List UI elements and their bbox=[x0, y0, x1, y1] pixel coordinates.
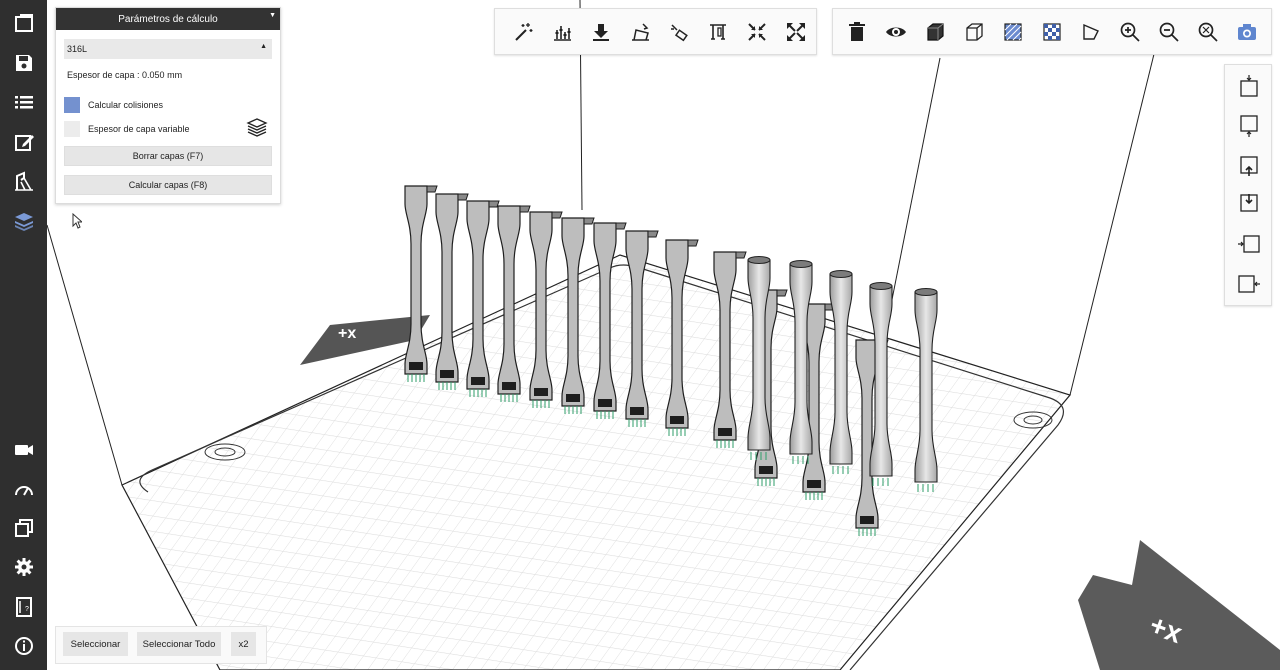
view-toolbar bbox=[832, 8, 1272, 55]
list-icon[interactable] bbox=[6, 86, 42, 118]
manual-icon[interactable]: ? bbox=[6, 591, 42, 623]
expand-icon[interactable] bbox=[776, 12, 815, 52]
shrink-icon[interactable] bbox=[737, 12, 776, 52]
drop-to-plate-icon[interactable] bbox=[581, 12, 620, 52]
support-gen-icon[interactable] bbox=[698, 12, 737, 52]
checker-icon[interactable] bbox=[1032, 12, 1071, 52]
svg-text:?: ? bbox=[25, 606, 29, 613]
camera-views-toolbar bbox=[1224, 64, 1272, 306]
check-collisions-checkbox[interactable] bbox=[64, 97, 80, 113]
magic-wand-icon[interactable] bbox=[503, 12, 542, 52]
info-icon[interactable] bbox=[6, 630, 42, 662]
solid-cube-icon[interactable] bbox=[915, 12, 954, 52]
layer-thickness-label: Espesor de capa : 0.050 mm bbox=[67, 70, 183, 80]
panel-header: Parámetros de cálculo ▼ bbox=[56, 8, 280, 30]
copy-icon[interactable] bbox=[6, 512, 42, 544]
left-sidebar: ? bbox=[0, 0, 47, 670]
check-collisions-label: Calcular colisiones bbox=[88, 100, 164, 110]
eye-icon[interactable] bbox=[876, 12, 915, 52]
orientation-icon[interactable] bbox=[620, 12, 659, 52]
screenshot-icon[interactable] bbox=[1227, 12, 1266, 52]
camera-icon[interactable] bbox=[6, 434, 42, 466]
layers-icon[interactable] bbox=[6, 205, 42, 237]
view-left-icon[interactable] bbox=[1236, 229, 1262, 259]
view-right-icon[interactable] bbox=[1236, 269, 1262, 299]
new-project-icon[interactable] bbox=[6, 7, 42, 39]
select-all-button[interactable]: Seleccionar Todo bbox=[137, 632, 221, 656]
mouse-cursor-icon bbox=[72, 213, 82, 229]
check-collisions-row: Calcular colisiones bbox=[64, 97, 163, 113]
variable-layer-checkbox[interactable] bbox=[64, 121, 80, 137]
select-button[interactable]: Seleccionar bbox=[63, 632, 128, 656]
calc-layers-button[interactable]: Calcular capas (F8) bbox=[64, 175, 272, 195]
zoom-in-icon[interactable] bbox=[1110, 12, 1149, 52]
axis-y-arrow bbox=[1078, 540, 1280, 670]
svg-text:+x: +x bbox=[338, 325, 356, 342]
panel-title: Parámetros de cálculo bbox=[118, 13, 218, 25]
variable-layers-icon[interactable] bbox=[246, 116, 268, 138]
wire-cube-icon[interactable] bbox=[954, 12, 993, 52]
edit-icon[interactable] bbox=[6, 126, 42, 158]
save-icon[interactable] bbox=[6, 47, 42, 79]
clear-layers-button[interactable]: Borrar capas (F7) bbox=[64, 146, 272, 166]
rotate-icon[interactable] bbox=[659, 12, 698, 52]
variable-layer-label: Espesor de capa variable bbox=[88, 124, 190, 134]
view-front-icon[interactable] bbox=[1236, 151, 1262, 181]
histogram-icon[interactable] bbox=[542, 12, 581, 52]
view-back-icon[interactable] bbox=[1236, 189, 1262, 219]
zoom-out-icon[interactable] bbox=[1149, 12, 1188, 52]
duplicate-x2-button[interactable]: x2 bbox=[231, 632, 256, 656]
hatch-icon[interactable] bbox=[993, 12, 1032, 52]
zoom-fit-icon[interactable] bbox=[1188, 12, 1227, 52]
main-toolbar bbox=[494, 8, 817, 55]
view-bottom-icon[interactable] bbox=[1236, 111, 1262, 141]
gauge-icon[interactable] bbox=[6, 473, 42, 505]
settings-icon[interactable] bbox=[6, 551, 42, 583]
material-select[interactable]: 316L ▲ bbox=[64, 39, 272, 59]
view-top-icon[interactable] bbox=[1236, 71, 1262, 101]
support-icon[interactable] bbox=[6, 165, 42, 197]
calc-params-panel: Parámetros de cálculo ▼ 316L ▲ Espesor d… bbox=[55, 7, 281, 204]
selection-bar: Seleccionar Seleccionar Todo x2 bbox=[55, 626, 267, 664]
collapse-caret-icon[interactable]: ▼ bbox=[269, 12, 276, 19]
material-value: 316L bbox=[67, 44, 88, 54]
select-caret-icon: ▲ bbox=[260, 43, 267, 50]
delete-icon[interactable] bbox=[837, 12, 876, 52]
flag-icon[interactable] bbox=[1071, 12, 1110, 52]
variable-layer-row: Espesor de capa variable bbox=[64, 121, 190, 137]
